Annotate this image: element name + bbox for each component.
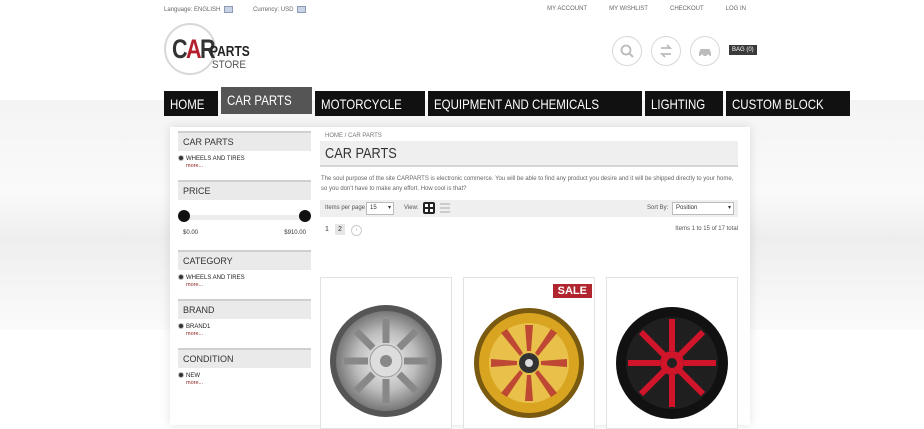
car-icon	[699, 49, 711, 58]
search-icon	[620, 44, 634, 58]
nav-item-home[interactable]: HOME	[164, 91, 218, 116]
price-slider-track	[184, 215, 305, 220]
filter-category: CATEGORY WHEELS AND TIRES more...	[178, 250, 311, 291]
price-max: $910.00	[284, 230, 306, 236]
category-description: The soul purpose of the site CARPARTS is…	[321, 176, 734, 192]
filter-option-wheels-and-tires[interactable]: WHEELS AND TIRES	[178, 270, 311, 281]
filter-option-new[interactable]: NEW	[178, 368, 311, 379]
price-slider[interactable]	[178, 200, 311, 230]
nav-item-motorcycle[interactable]: MOTORCYCLE	[314, 91, 426, 116]
price-slider-max-handle[interactable]	[299, 210, 311, 222]
red-black-wheel-image	[616, 307, 728, 419]
filter-option-wheels-and-tires[interactable]: WHEELS AND TIRES	[178, 151, 311, 162]
compare-button[interactable]	[651, 36, 681, 66]
filter-car-parts: CAR PARTS WHEELS AND TIRES more...	[178, 131, 311, 172]
sort-by-select[interactable]: Position	[672, 202, 734, 215]
items-per-page-select[interactable]: 15	[366, 202, 394, 215]
pagination: 1 2 › Items 1 to 15 of 17 total	[320, 223, 738, 238]
login-link[interactable]: LOG IN	[726, 6, 746, 12]
my-wishlist-link[interactable]: MY WISHLIST	[609, 6, 648, 12]
filter-brand: BRAND BRAND1 more...	[178, 299, 311, 340]
page-1[interactable]: 1	[322, 224, 332, 235]
nav-item-car-parts[interactable]: CAR PARTS	[221, 87, 312, 114]
main-content: HOME / CAR PARTS CAR PARTS The soul purp…	[320, 131, 738, 238]
checkout-link[interactable]: CHECKOUT	[670, 6, 704, 12]
product-grid: SALE	[320, 277, 738, 429]
top-bar: Language: ENGLISH Currency: USD MY ACCOU…	[0, 0, 924, 20]
price-min: $0.00	[183, 230, 199, 236]
product-card[interactable]	[320, 277, 452, 429]
header-icons	[612, 36, 720, 66]
sidebar: CAR PARTS WHEELS AND TIRES more... PRICE…	[178, 131, 311, 397]
filter-option-brand1[interactable]: BRAND1	[178, 319, 311, 330]
gold-wheel-image	[474, 308, 584, 418]
shopping-bag-button[interactable]: BAG (0)	[729, 45, 757, 55]
flag-icon	[297, 6, 307, 13]
list-view-icon[interactable]	[440, 203, 450, 213]
nav-item-equipment-and-chemicals[interactable]: EQUIPMENT AND CHEMICALS	[428, 91, 642, 116]
filter-price: PRICE $0.00 $910.00	[178, 180, 311, 242]
product-card[interactable]	[606, 277, 738, 429]
page-2[interactable]: 2	[335, 224, 345, 235]
sale-badge: SALE	[552, 284, 592, 298]
grid-view-icon[interactable]	[423, 202, 435, 214]
next-page-button[interactable]: ›	[351, 225, 362, 236]
more-link[interactable]: more...	[178, 379, 311, 389]
nav-item-lighting[interactable]: LIGHTING	[644, 91, 723, 116]
search-button[interactable]	[612, 36, 642, 66]
breadcrumb[interactable]: HOME / CAR PARTS	[320, 131, 738, 141]
site-logo[interactable]: CAR PARTS STORE	[164, 23, 254, 78]
more-link[interactable]: more...	[178, 162, 311, 172]
currency-switcher[interactable]: Currency: USD	[253, 6, 307, 13]
product-toolbar: Items per page 15 View: Sort By: Positio…	[320, 200, 738, 217]
more-link[interactable]: more...	[178, 330, 311, 340]
product-card[interactable]: SALE	[463, 277, 595, 429]
compare-arrows-icon	[659, 44, 673, 58]
items-count: Items 1 to 15 of 17 total	[675, 226, 738, 232]
my-account-link[interactable]: MY ACCOUNT	[547, 6, 587, 12]
price-slider-min-handle[interactable]	[178, 210, 190, 222]
page-title: CAR PARTS	[320, 141, 738, 167]
garage-button[interactable]	[690, 36, 720, 66]
more-link[interactable]: more...	[178, 281, 311, 291]
flag-icon	[224, 6, 234, 13]
filter-condition: CONDITION NEW more...	[178, 348, 311, 389]
language-switcher[interactable]: Language: ENGLISH	[164, 6, 234, 13]
chrome-wheel-image	[330, 305, 442, 417]
nav-item-custom-block[interactable]: CUSTOM BLOCK	[725, 91, 850, 116]
main-navigation: HOME CAR PARTS MOTORCYCLE EQUIPMENT AND …	[164, 87, 850, 116]
